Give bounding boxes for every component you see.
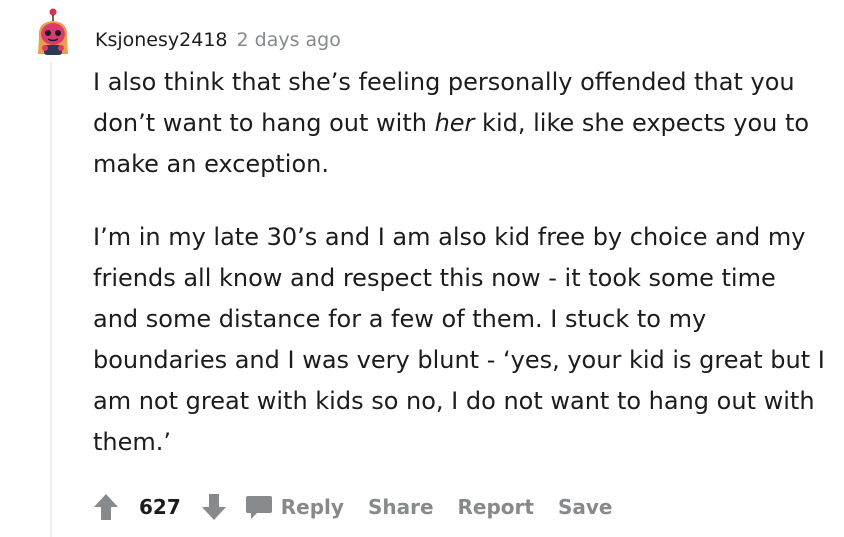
avatar[interactable]	[33, 8, 73, 56]
comment-paragraph: I’m in my late 30’s and I am also kid fr…	[93, 223, 825, 456]
reply-button[interactable]: Reply	[245, 494, 344, 520]
thread-line[interactable]	[50, 62, 52, 537]
share-label: Share	[367, 495, 434, 519]
emphasis-text: her	[434, 109, 475, 137]
comment-paragraph: I also think that she’s feeling personal…	[93, 62, 828, 185]
save-button[interactable]: Save	[558, 495, 613, 519]
comment-icon	[245, 496, 272, 519]
timestamp[interactable]: 2 days ago	[237, 29, 341, 51]
report-label: Report	[457, 495, 534, 519]
share-button[interactable]: Share	[368, 495, 434, 519]
save-label: Save	[557, 495, 613, 519]
report-button[interactable]: Report	[458, 495, 534, 519]
comment-actions: 627 Reply Share Report Save	[93, 488, 636, 526]
username[interactable]: Ksjonesy2418	[95, 29, 228, 51]
downvote-icon[interactable]	[201, 493, 227, 521]
vote-score: 627	[139, 495, 181, 519]
reply-label: Reply	[280, 495, 344, 519]
upvote-icon[interactable]	[93, 493, 119, 521]
comment-meta: Ksjonesy2418 2 days ago	[95, 27, 341, 53]
comment-body: I also think that she’s feeling personal…	[93, 62, 828, 463]
